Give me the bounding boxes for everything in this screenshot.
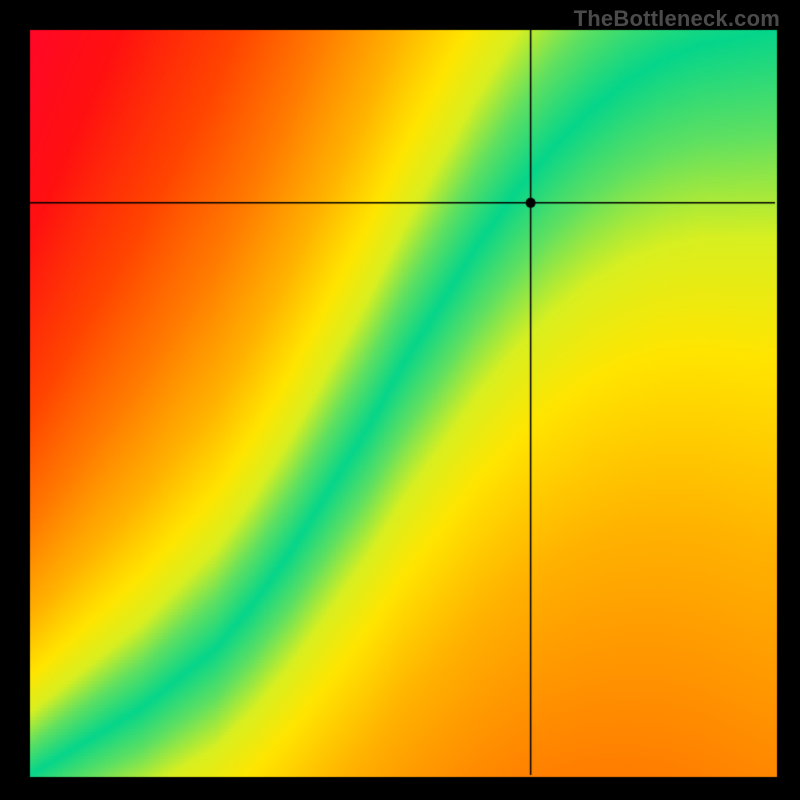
watermark-text: TheBottleneck.com xyxy=(574,6,780,32)
chart-container: TheBottleneck.com xyxy=(0,0,800,800)
heatmap-canvas xyxy=(0,0,800,800)
